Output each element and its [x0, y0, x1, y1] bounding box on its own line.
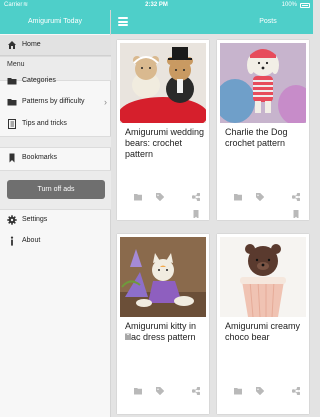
post-image — [220, 237, 306, 317]
sidebar-item-label: Patterns by difficulty — [22, 98, 85, 105]
tag-icon[interactable] — [156, 193, 164, 201]
share-icon[interactable] — [292, 193, 300, 201]
sidebar-item-label: Bookmarks — [22, 154, 58, 161]
bookmark-icon[interactable] — [292, 210, 300, 218]
share-icon[interactable] — [192, 387, 200, 395]
sidebar: Amigurumi Today Home Menu Categories Pat… — [0, 10, 111, 417]
sidebar-item-label: Categories — [22, 77, 56, 84]
post-card[interactable]: Amigurumi creamy choco bear — [217, 234, 309, 414]
turn-off-ads-button[interactable]: Turn off ads — [7, 180, 105, 199]
sidebar-item-patterns-by-difficulty[interactable]: Patterns by difficulty › — [0, 92, 111, 112]
folder-icon[interactable] — [234, 387, 242, 395]
app-header: Posts — [111, 10, 313, 34]
sidebar-item-label: Home — [22, 41, 41, 48]
bookmark-icon[interactable] — [192, 210, 200, 218]
section-divider — [0, 136, 111, 148]
post-title[interactable]: Charlie the Dog crochet pattern — [225, 127, 305, 149]
home-icon — [8, 41, 16, 49]
page-title: Posts — [259, 18, 277, 25]
share-icon[interactable] — [192, 193, 200, 201]
post-actions — [117, 188, 209, 218]
post-image — [120, 43, 206, 123]
sidebar-item-label: About — [22, 237, 41, 244]
post-actions — [217, 188, 309, 218]
sidebar-item-categories[interactable]: Categories — [0, 71, 111, 91]
folder-icon[interactable] — [134, 193, 142, 201]
post-title[interactable]: Amigurumi creamy choco bear — [225, 321, 305, 343]
sidebar-item-tips-and-tricks[interactable]: Tips and tricks — [0, 114, 111, 134]
status-bar: Carrier ≋ 2:32 PM 100% — [0, 0, 313, 10]
sidebar-item-bookmarks[interactable]: Bookmarks — [0, 148, 111, 168]
sidebar-item-settings[interactable]: Settings — [0, 210, 111, 230]
tag-icon[interactable] — [256, 387, 264, 395]
folder-icon[interactable] — [234, 193, 242, 201]
post-actions — [117, 382, 209, 412]
chevron-right-icon: › — [104, 97, 107, 107]
battery-icon — [300, 3, 310, 8]
folder-icon[interactable] — [134, 387, 142, 395]
sidebar-title: Amigurumi Today — [0, 10, 110, 34]
post-image — [220, 43, 306, 123]
post-image — [120, 237, 206, 317]
info-icon — [10, 236, 14, 246]
notebook-icon — [8, 119, 16, 129]
folder-icon — [7, 99, 17, 106]
post-card[interactable]: Charlie the Dog crochet pattern — [217, 40, 309, 220]
gear-icon — [7, 215, 17, 225]
battery-percent: 100% — [281, 2, 297, 8]
bookmark-icon — [9, 153, 15, 163]
post-actions — [217, 382, 309, 412]
post-card[interactable]: Amigurumi kitty in lilac dress pattern — [117, 234, 209, 414]
sidebar-item-about[interactable]: About — [0, 231, 111, 251]
post-title[interactable]: Amigurumi kitty in lilac dress pattern — [125, 321, 205, 343]
sidebar-item-label: Tips and tricks — [22, 120, 67, 127]
sidebar-item-label: Settings — [22, 216, 48, 223]
share-icon[interactable] — [292, 387, 300, 395]
tag-icon[interactable] — [156, 387, 164, 395]
status-time: 2:32 PM — [145, 2, 168, 8]
post-title[interactable]: Amigurumi wedding bears: crochet pattern — [125, 127, 205, 160]
tag-icon[interactable] — [256, 193, 264, 201]
folder-icon — [7, 78, 17, 85]
menu-heading: Menu — [7, 61, 25, 68]
sidebar-item-home[interactable]: Home — [0, 35, 111, 56]
post-card[interactable]: Amigurumi wedding bears: crochet pattern — [117, 40, 209, 220]
